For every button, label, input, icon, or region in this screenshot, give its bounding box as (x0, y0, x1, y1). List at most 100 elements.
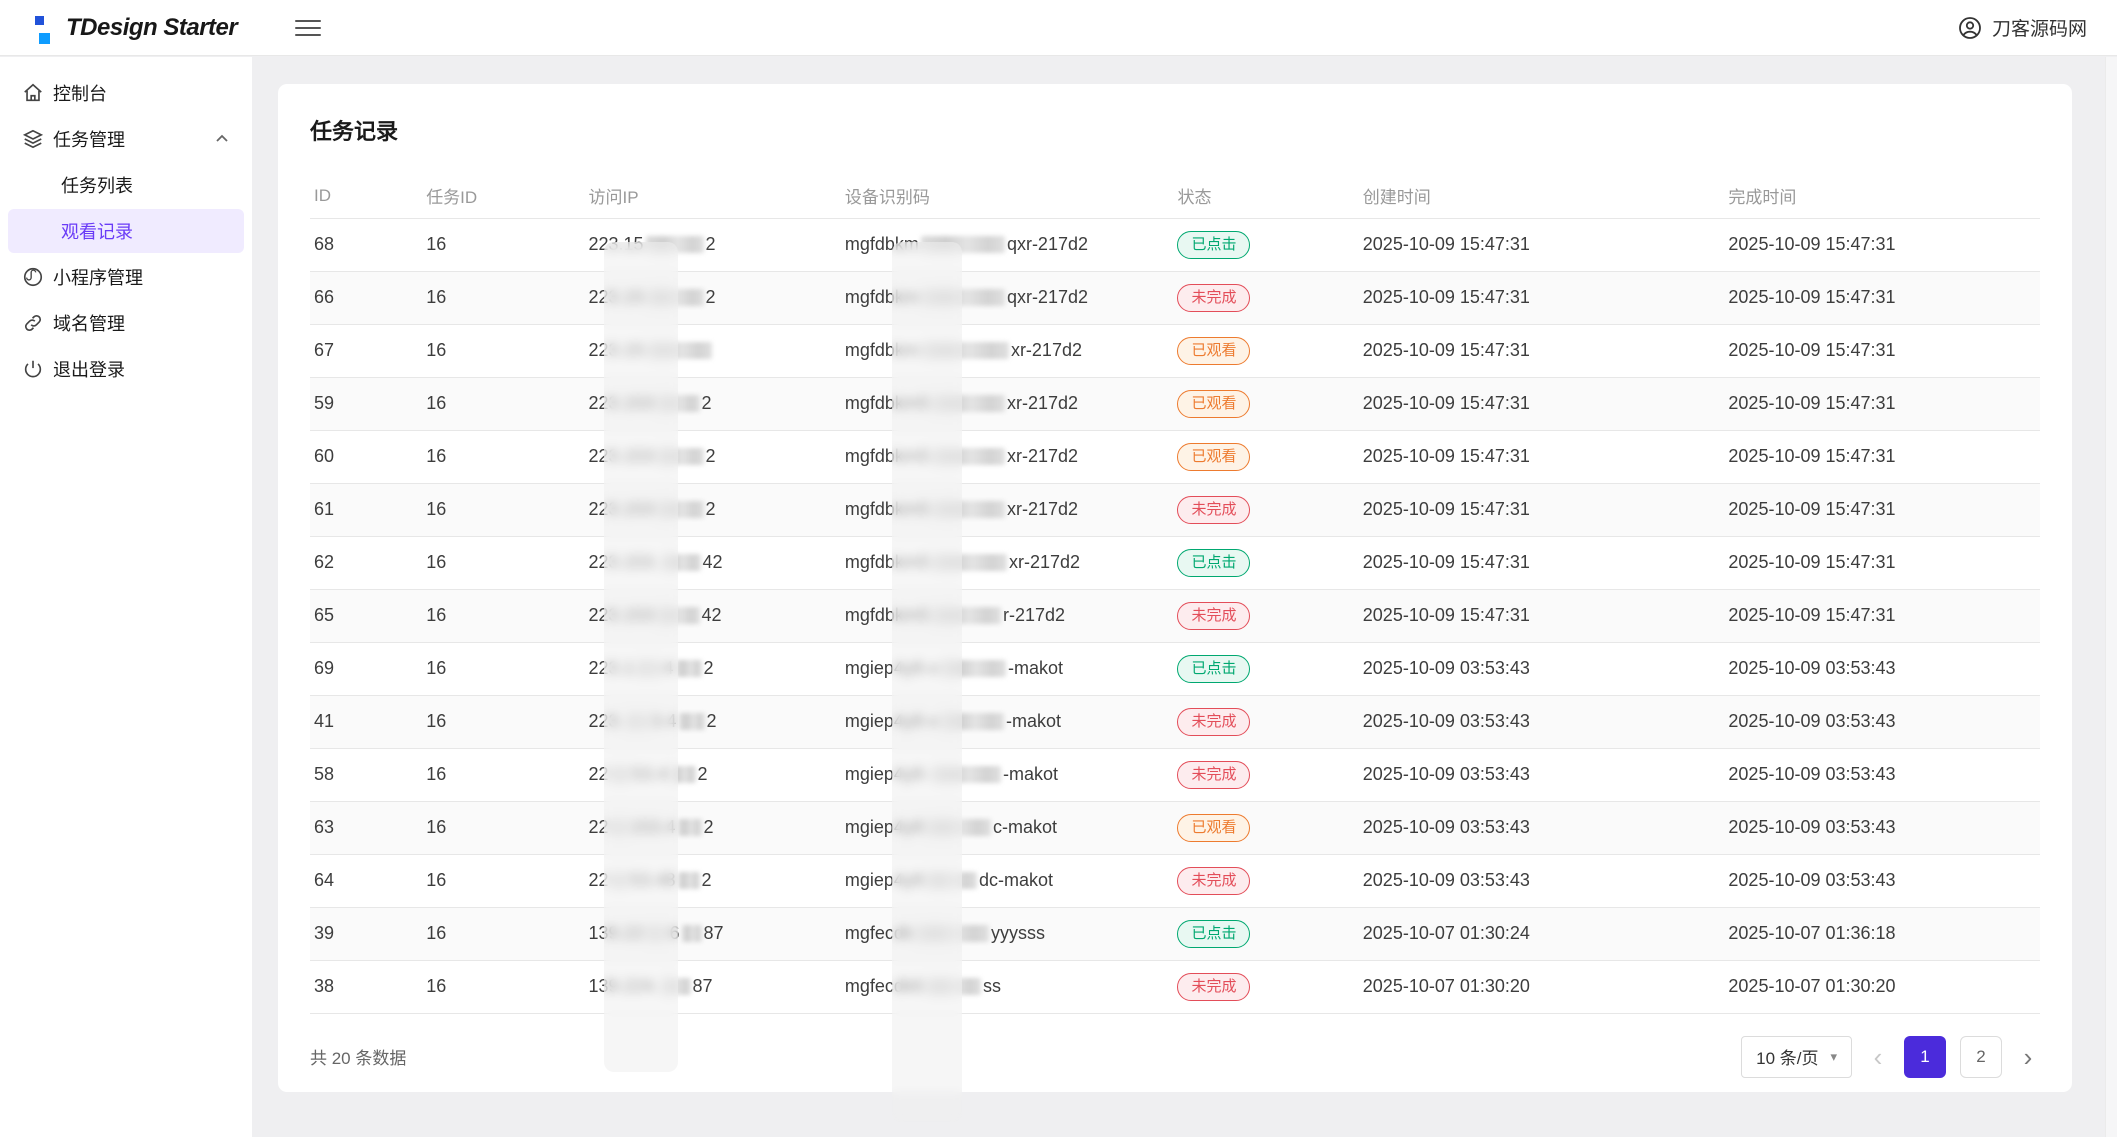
cell-text: xr-217d2 (1011, 340, 1082, 360)
sidebar-item-miniprogram[interactable]: 小程序管理 (0, 255, 252, 299)
cell-device: mgfecdk6ss (841, 960, 1174, 1013)
pagination: 10 条/页 ▾ ‹ 1 2 › (1741, 1036, 2040, 1078)
cell-status: 未完成 (1173, 960, 1358, 1013)
cell-ip: 223.3.42 (584, 695, 840, 748)
cell-id: 58 (310, 748, 422, 801)
censor-block (931, 554, 1007, 571)
sidebar-item-logout[interactable]: 退出登录 (0, 347, 252, 391)
censor-block (611, 766, 631, 783)
sidebar-item-task-list[interactable]: 任务列表 (8, 163, 244, 207)
sidebar-item-console[interactable]: 控制台 (0, 71, 252, 115)
cell-text: 53.48 (631, 870, 676, 890)
tdesign-logo-icon (26, 10, 52, 46)
cell-created: 2025-10-07 01:30:24 (1359, 907, 1725, 960)
page-size-select[interactable]: 10 条/页 ▾ (1741, 1036, 1852, 1078)
cell-id: 60 (310, 430, 422, 483)
total-count-text: 共 20 条数据 (310, 1044, 406, 1069)
cell-id: 64 (310, 854, 422, 907)
page-button-1[interactable]: 1 (1904, 1036, 1946, 1078)
records-card: 任务记录 ID任务ID访问IP设备识别码状态创建时间完成时间 6816223.1… (278, 84, 2072, 1092)
cell-ip: 223.153.42 (584, 536, 840, 589)
cell-text: 2 (704, 658, 714, 678)
cell-text: 223.15 (588, 234, 643, 254)
cell-text: 223.1 (588, 658, 633, 678)
censor-block (656, 607, 700, 624)
cell-device: mgiep4y8c-makot (841, 801, 1174, 854)
column-header: 创建时间 (1359, 174, 1725, 218)
cell-text: 223.153. (588, 552, 658, 572)
cell-text: 223.15 (588, 340, 643, 360)
cell-text: -makot (1003, 764, 1058, 784)
cell-completed: 2025-10-09 15:47:31 (1724, 271, 2040, 324)
cell-status: 已点击 (1173, 642, 1358, 695)
censor-block (931, 501, 1005, 518)
censor-block (676, 660, 702, 677)
status-badge: 已点击 (1177, 920, 1250, 948)
cell-text: 223.153 (588, 446, 653, 466)
sidebar-item-watch-records[interactable]: 观看记录 (8, 209, 244, 253)
app-logo[interactable]: TDesign Starter (26, 10, 237, 46)
cell-text: mgfdbkm (845, 287, 919, 307)
sidebar-item-domain[interactable]: 域名管理 (0, 301, 252, 345)
cell-task-id: 16 (422, 695, 584, 748)
cell-device: mgfdbkmqxr-217d2 (841, 218, 1174, 271)
page-button-2[interactable]: 2 (1960, 1036, 2002, 1078)
censor-block (931, 607, 1001, 624)
table-row: 58162253.42mgiep4y8--makot未完成2025-10-09 … (310, 748, 2040, 801)
status-badge: 未完成 (1177, 867, 1250, 895)
column-header: 完成时间 (1724, 174, 2040, 218)
table-row: 3816139.224.87mgfecdk6ss未完成2025-10-07 01… (310, 960, 2040, 1013)
censor-block (940, 713, 1004, 730)
prev-page-button[interactable]: ‹ (1866, 1044, 1890, 1070)
cell-status: 未完成 (1173, 271, 1358, 324)
cell-ip: 223.15 (584, 324, 840, 377)
cell-text: c-makot (993, 817, 1057, 837)
cell-device: mgfdbkm5xr-217d2 (841, 483, 1174, 536)
cell-text: r-217d2 (1003, 605, 1065, 625)
cell-id: 38 (310, 960, 422, 1013)
sidebar-item-task-management[interactable]: 任务管理 (0, 117, 252, 161)
cell-created: 2025-10-09 15:47:31 (1359, 483, 1725, 536)
cell-text: mgiep4y8-x (845, 711, 938, 731)
table-row: 6716223.15mgfdbkmxr-217d2已观看2025-10-09 1… (310, 324, 2040, 377)
cell-device: mgfdbkmxr-217d2 (841, 324, 1174, 377)
cell-device: mgfdbkm5r-217d2 (841, 589, 1174, 642)
sidebar-nav: 控制台 任务管理 任务列表 观看记录 小程序管理 域名管理 退出登录 (0, 57, 252, 1137)
censor-block (661, 554, 701, 571)
cell-ip: 223.1532 (584, 430, 840, 483)
table-row: 6816223.152mgfdbkmqxr-217d2已点击2025-10-09… (310, 218, 2040, 271)
next-page-button[interactable]: › (2016, 1044, 2040, 1070)
cell-ip: 2253.42 (584, 748, 840, 801)
cell-id: 66 (310, 271, 422, 324)
cell-ip: 223.152 (584, 271, 840, 324)
page-scrollbar[interactable] (2105, 57, 2117, 1137)
cell-ip: 223.152 (584, 218, 840, 271)
user-name: 刀客源码网 (1992, 14, 2087, 41)
censor-block (931, 395, 1005, 412)
cell-text: -makot (1006, 711, 1061, 731)
status-badge: 未完成 (1177, 496, 1250, 524)
menu-collapse-icon[interactable] (295, 18, 321, 38)
user-menu[interactable]: 刀客源码网 (1958, 14, 2087, 41)
cell-created: 2025-10-09 03:53:43 (1359, 854, 1725, 907)
cell-text: 22 (588, 870, 608, 890)
cell-status: 未完成 (1173, 589, 1358, 642)
cell-device: mgfdbkm5xr-217d2 (841, 430, 1174, 483)
cell-ip: 223.15342 (584, 589, 840, 642)
cell-created: 2025-10-09 03:53:43 (1359, 748, 1725, 801)
cell-created: 2025-10-09 03:53:43 (1359, 801, 1725, 854)
cell-text: qxr-217d2 (1007, 287, 1088, 307)
cell-id: 69 (310, 642, 422, 695)
censor-block (915, 925, 989, 942)
cell-status: 已观看 (1173, 324, 1358, 377)
censor-block (679, 713, 705, 730)
status-badge: 未完成 (1177, 708, 1250, 736)
cell-completed: 2025-10-09 15:47:31 (1724, 377, 2040, 430)
cell-id: 67 (310, 324, 422, 377)
cell-text: xr-217d2 (1007, 499, 1078, 519)
cell-text: 2 (706, 499, 716, 519)
cell-text: 42 (702, 605, 722, 625)
cell-text: 22 (588, 817, 608, 837)
cell-text: 2 (707, 711, 717, 731)
cell-task-id: 16 (422, 589, 584, 642)
